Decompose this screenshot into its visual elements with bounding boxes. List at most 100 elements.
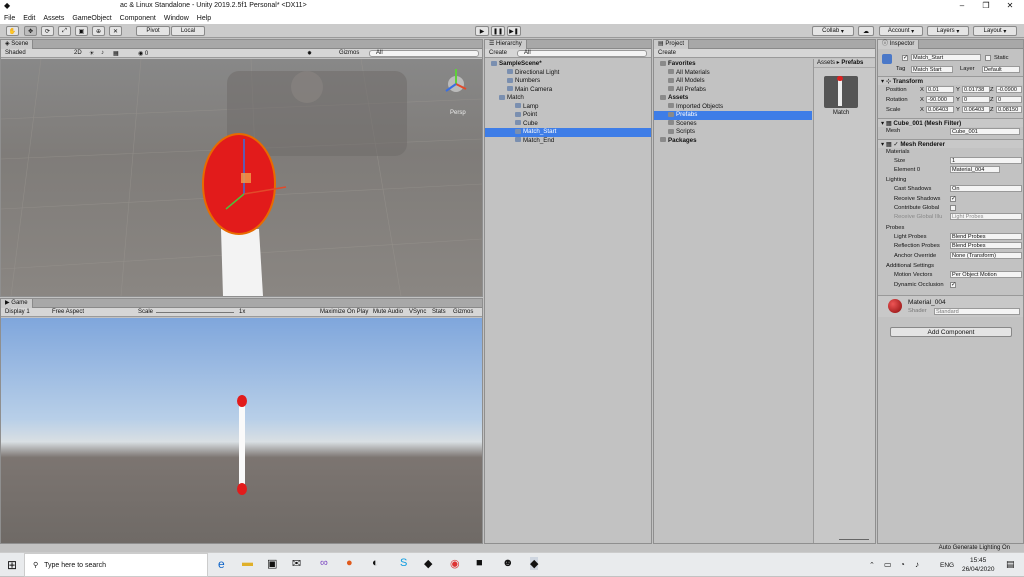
hierarchy-item[interactable]: Lamp xyxy=(485,103,651,112)
clock-time[interactable]: 15:45 xyxy=(970,557,986,564)
hierarchy-item[interactable]: Numbers xyxy=(485,77,651,86)
project-folder-item[interactable]: Packages xyxy=(654,137,812,146)
menu-item-help[interactable]: Help xyxy=(197,15,211,22)
transform-header[interactable]: ▾ ⊹ Transform xyxy=(878,76,1023,85)
game-viewport[interactable] xyxy=(1,318,482,543)
chrome-icon[interactable]: ◉ xyxy=(450,557,460,570)
local-toggle[interactable]: Local xyxy=(171,26,205,36)
scene-search-input[interactable]: All xyxy=(369,50,479,57)
language-indicator[interactable]: ENG xyxy=(940,562,954,569)
custom-tool-button[interactable]: ✕ xyxy=(109,26,122,36)
tag-dropdown[interactable]: Match Start xyxy=(911,66,953,73)
account-dropdown[interactable]: Account ▾ xyxy=(879,26,923,36)
hierarchy-item[interactable]: Match xyxy=(485,94,651,103)
audio-toggle-icon[interactable]: ♪ xyxy=(101,50,104,56)
transform-scale-x-field[interactable]: 0.06403 xyxy=(926,106,954,113)
project-create-dropdown[interactable]: Create xyxy=(658,50,676,56)
step-button[interactable]: ▶❚ xyxy=(507,26,521,36)
mesh-field[interactable]: Cube_001 xyxy=(950,128,1020,135)
mode-2d-toggle[interactable]: 2D xyxy=(74,50,82,56)
volume-icon[interactable]: ♪ xyxy=(915,560,919,569)
tab-scene[interactable]: ◈ Scene xyxy=(1,40,34,49)
lighting-foldout[interactable]: Lighting xyxy=(886,177,906,183)
hierarchy-search-input[interactable]: All xyxy=(517,50,647,57)
transform-tool-button[interactable]: ⊕ xyxy=(92,26,105,36)
game-gizmos-dropdown[interactable]: Gizmos xyxy=(453,309,473,315)
rect-tool-button[interactable]: ▣ xyxy=(75,26,88,36)
aspect-dropdown[interactable]: Free Aspect xyxy=(52,309,84,315)
maximize-icon[interactable]: ❐ xyxy=(974,1,998,10)
person-app-icon[interactable]: ☻ xyxy=(502,557,514,569)
transform-rotation-z-field[interactable]: 0 xyxy=(996,96,1022,103)
mesh-filter-header[interactable]: ▾ ▦ Cube_001 (Mesh Filter) xyxy=(878,118,1023,127)
anchor-override-field[interactable]: None (Transform) xyxy=(950,252,1022,259)
effects-toggle-icon[interactable]: ▦ xyxy=(113,50,119,57)
motion-vectors-dropdown[interactable]: Per Object Motion xyxy=(950,271,1022,278)
media-player-icon[interactable]: ● xyxy=(346,557,353,569)
scale-slider[interactable] xyxy=(156,312,234,313)
persp-label[interactable]: Persp xyxy=(450,110,466,116)
maximize-on-play-toggle[interactable]: Maximize On Play xyxy=(320,309,368,315)
mesh-renderer-header[interactable]: ▾ ▦ ✓ Mesh Renderer xyxy=(878,139,1023,148)
collab-dropdown[interactable]: Collab ▾ xyxy=(812,26,854,36)
project-folder-item[interactable]: Imported Objects xyxy=(654,103,812,112)
cast-shadows-dropdown[interactable]: On xyxy=(950,185,1022,192)
orientation-gizmo[interactable] xyxy=(445,69,467,92)
tab-hierarchy[interactable]: ☰ Hierarchy xyxy=(485,40,527,49)
project-folder-item[interactable]: All Prefabs xyxy=(654,86,812,95)
edge-icon[interactable]: e xyxy=(218,557,225,571)
static-checkbox[interactable] xyxy=(985,55,991,61)
hidden-objects-icon[interactable]: ◉ 0 xyxy=(138,50,148,57)
scene-viewport[interactable]: Persp xyxy=(1,59,482,296)
light-probes-dropdown[interactable]: Blend Probes xyxy=(950,233,1022,240)
move-tool-button[interactable]: ✥ xyxy=(24,26,37,36)
scene-camera-icon[interactable]: ✸ xyxy=(307,50,312,57)
menu-item-gameobject[interactable]: GameObject xyxy=(72,15,111,22)
layer-dropdown[interactable]: Default xyxy=(982,66,1020,73)
object-name-field[interactable]: Match_Start xyxy=(911,54,981,61)
shader-dropdown[interactable]: Standard xyxy=(934,308,1020,315)
vsync-toggle[interactable]: VSync xyxy=(409,309,426,315)
hand-tool-button[interactable]: ✋ xyxy=(6,26,19,36)
transform-position-x-field[interactable]: 0.01 xyxy=(926,86,954,93)
tab-inspector[interactable]: ⓘ Inspector xyxy=(878,40,920,49)
gizmos-dropdown[interactable]: Gizmos xyxy=(339,50,359,56)
hierarchy-item[interactable]: Directional Light xyxy=(485,69,651,78)
stats-toggle[interactable]: Stats xyxy=(432,309,446,315)
close-icon[interactable]: ✕ xyxy=(998,1,1022,10)
shading-dropdown[interactable]: Shaded xyxy=(5,50,26,56)
pause-button[interactable]: ❚❚ xyxy=(491,26,505,36)
unity-taskbar-icon[interactable]: ◆ xyxy=(530,557,539,570)
transform-position-z-field[interactable]: -0.0900 xyxy=(996,86,1022,93)
probes-foldout[interactable]: Probes xyxy=(886,225,904,231)
visual-studio-icon[interactable]: ∞ xyxy=(320,557,328,569)
scale-tool-button[interactable]: ⤢ xyxy=(58,26,71,36)
tab-game[interactable]: ▶ Game xyxy=(1,299,33,308)
breadcrumb-assets[interactable]: Assets xyxy=(817,60,835,66)
transform-scale-y-field[interactable]: 0.06403 xyxy=(962,106,990,113)
menu-item-file[interactable]: File xyxy=(4,15,15,22)
terminal-icon[interactable]: ■ xyxy=(476,557,483,569)
store-icon[interactable]: ▣ xyxy=(267,557,277,570)
skype-icon[interactable]: S xyxy=(400,557,407,569)
menu-item-edit[interactable]: Edit xyxy=(23,15,35,22)
network-icon[interactable]: ◔ xyxy=(900,560,905,569)
tab-project[interactable]: ▤ Project xyxy=(654,40,690,49)
clock-date[interactable]: 26/04/2020 xyxy=(962,566,995,573)
hierarchy-create-dropdown[interactable]: Create xyxy=(489,50,507,56)
mail-icon[interactable]: ✉ xyxy=(292,557,301,570)
layers-dropdown[interactable]: Layers ▾ xyxy=(927,26,969,36)
hierarchy-item[interactable]: Cube xyxy=(485,120,651,129)
hierarchy-item[interactable]: SampleScene* xyxy=(485,60,651,69)
cloud-button[interactable]: ☁ xyxy=(858,26,874,36)
transform-rotation-x-field[interactable]: -90.000 xyxy=(926,96,954,103)
lighting-toggle-icon[interactable]: ☀ xyxy=(89,50,94,57)
menu-item-assets[interactable]: Assets xyxy=(43,15,64,22)
display-dropdown[interactable]: Display 1 xyxy=(5,309,30,315)
reflection-probes-dropdown[interactable]: Blend Probes xyxy=(950,242,1022,249)
dynamic-occlusion-checkbox[interactable]: ✓ xyxy=(950,282,956,288)
rotate-tool-button[interactable]: ⟳ xyxy=(41,26,54,36)
receive-shadows-checkbox[interactable]: ✓ xyxy=(950,196,956,202)
transform-position-y-field[interactable]: 0.01738 xyxy=(962,86,990,93)
battery-icon[interactable]: ▭ xyxy=(884,560,892,569)
